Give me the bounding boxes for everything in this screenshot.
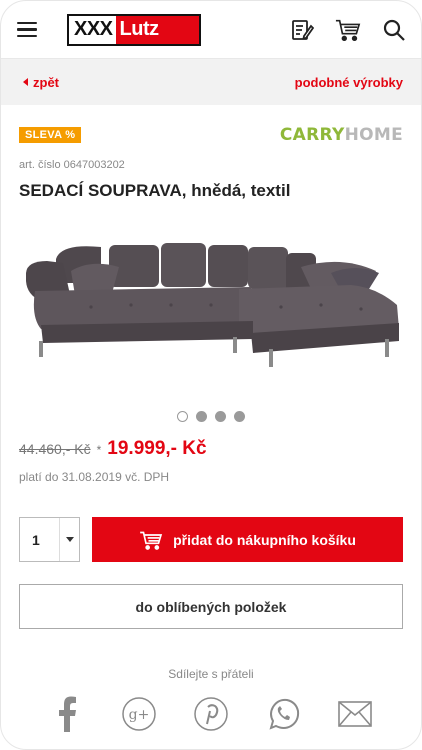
cart-row: 1 přidat do nákupního košíku xyxy=(1,517,421,562)
search-icon[interactable] xyxy=(381,17,407,43)
svg-text:g+: g+ xyxy=(129,707,150,723)
price-asterisk: * xyxy=(96,443,102,457)
image-carousel-dots xyxy=(1,411,421,422)
add-to-cart-button[interactable]: přidat do nákupního košíku xyxy=(92,517,403,562)
new-price: 19.999,- Kč xyxy=(107,438,207,459)
menu-icon[interactable] xyxy=(17,18,41,42)
logo-prefix: XXX xyxy=(69,15,116,44)
carousel-dot[interactable] xyxy=(177,411,188,422)
google-plus-icon[interactable]: g+ xyxy=(120,695,158,733)
carousel-dot[interactable] xyxy=(234,411,245,422)
share-label: Sdílejte s přáteli xyxy=(168,667,254,681)
email-icon[interactable] xyxy=(336,695,374,733)
brand-logo[interactable]: CARRYHOME xyxy=(280,125,403,145)
app-frame: XXX Lutz zpět podobné výrobky SLEVA % CA… xyxy=(0,0,422,750)
price-block: 44.460,- Kč * 19.999,- Kč xyxy=(1,438,421,460)
carousel-dot[interactable] xyxy=(215,411,226,422)
logo[interactable]: XXX Lutz xyxy=(67,13,201,46)
quantity-value: 1 xyxy=(32,531,40,548)
cart-icon xyxy=(140,531,163,550)
product-image[interactable] xyxy=(1,221,421,401)
brand-part1: CARRY xyxy=(279,125,345,145)
back-label: zpět xyxy=(33,74,59,90)
facebook-icon[interactable] xyxy=(48,695,86,733)
similar-products-link[interactable]: podobné výrobky xyxy=(295,75,403,90)
notepad-icon[interactable] xyxy=(289,17,315,43)
article-number: art. číslo 0647003202 xyxy=(19,159,125,171)
header: XXX Lutz xyxy=(1,1,421,59)
sub-navigation: zpět podobné výrobky xyxy=(1,59,421,105)
old-price: 44.460,- Kč xyxy=(19,441,91,457)
logo-suffix: Lutz xyxy=(115,15,199,44)
back-arrow-icon xyxy=(23,78,28,86)
chevron-down-icon[interactable] xyxy=(59,518,79,561)
header-icons xyxy=(289,17,407,43)
cart-icon[interactable] xyxy=(335,17,361,43)
price-validity: platí do 31.08.2019 vč. DPH xyxy=(19,470,170,484)
social-icons: g+ xyxy=(1,695,421,733)
favorites-button[interactable]: do oblíbených položek xyxy=(19,584,403,629)
badges-row: SLEVA % CARRYHOME xyxy=(1,105,421,147)
pinterest-icon[interactable] xyxy=(192,695,230,733)
back-link[interactable]: zpět xyxy=(23,75,59,90)
sale-badge: SLEVA % xyxy=(19,127,82,143)
carousel-dot[interactable] xyxy=(196,411,207,422)
product-title: SEDACÍ SOUPRAVA, hnědá, textil xyxy=(19,181,291,200)
add-to-cart-label: přidat do nákupního košíku xyxy=(173,531,356,548)
sofa-illustration xyxy=(26,243,399,367)
quantity-select[interactable]: 1 xyxy=(19,517,80,562)
brand-part2: HOME xyxy=(344,125,403,145)
whatsapp-icon[interactable] xyxy=(264,695,302,733)
